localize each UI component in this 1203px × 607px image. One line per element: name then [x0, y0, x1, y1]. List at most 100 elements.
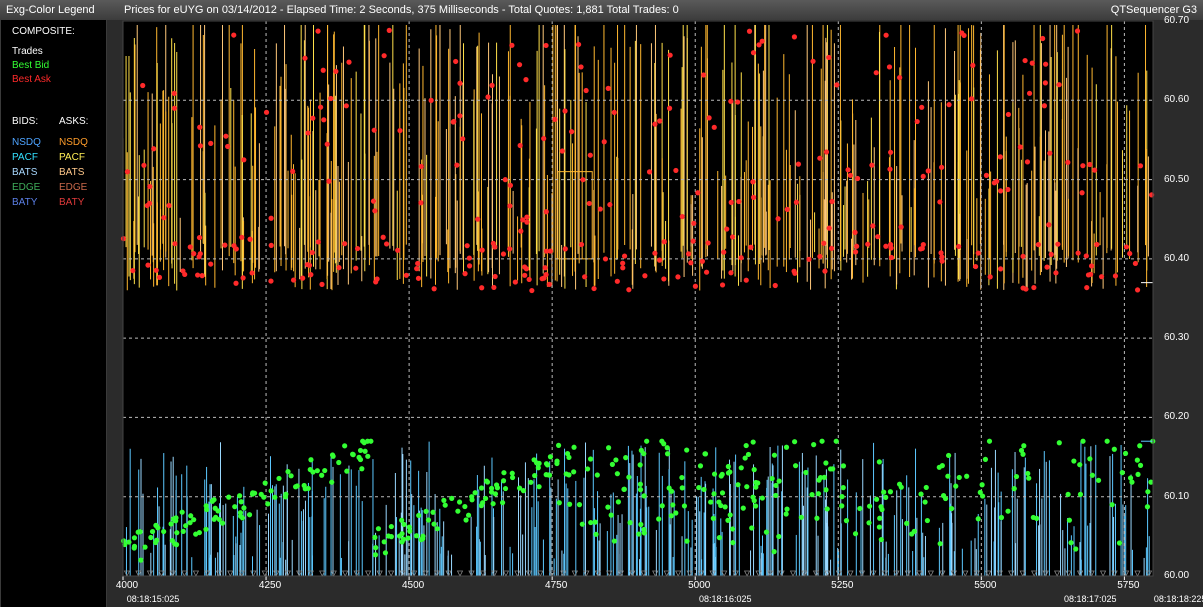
best-bid-point — [852, 531, 859, 537]
best-bid-point — [945, 473, 951, 479]
best-ask-point — [466, 255, 472, 261]
best-ask-point — [418, 163, 424, 170]
best-ask-point — [806, 256, 812, 262]
best-ask-point — [620, 265, 626, 271]
best-bid-point — [187, 520, 193, 526]
best-ask-point — [582, 274, 588, 280]
best-ask-point — [568, 129, 575, 135]
best-ask-point — [333, 68, 339, 75]
best-bid-point — [509, 470, 515, 476]
best-bid-point — [373, 545, 379, 551]
best-ask-point — [601, 139, 607, 145]
y-tick-label: 60.20 — [1164, 411, 1190, 423]
best-bid-point — [469, 497, 475, 503]
best-ask-point — [1092, 167, 1098, 173]
best-ask-point — [353, 265, 359, 271]
best-ask-point — [1084, 284, 1090, 291]
best-bid-point — [344, 468, 350, 474]
best-ask-point — [543, 248, 550, 254]
best-ask-point — [1134, 287, 1141, 293]
best-bid-point — [1068, 540, 1074, 546]
best-bid-point — [609, 461, 616, 467]
best-bid-point — [131, 545, 137, 551]
best-bid-point — [308, 457, 314, 463]
best-bid-point — [659, 503, 665, 509]
best-ask-point — [1127, 250, 1133, 257]
best-bid-point — [1066, 517, 1073, 523]
best-ask-point — [583, 87, 589, 94]
best-bid-point — [684, 538, 690, 544]
best-ask-point — [748, 244, 754, 250]
best-ask-point — [887, 166, 893, 172]
best-bid-point — [821, 474, 827, 480]
best-ask-point — [822, 268, 828, 274]
best-ask-point — [685, 251, 692, 257]
best-ask-point — [828, 245, 835, 251]
best-bid-point — [566, 454, 572, 461]
best-ask-point — [539, 276, 545, 282]
best-ask-point — [865, 241, 871, 247]
best-ask-point — [626, 287, 632, 293]
best-ask-point — [428, 97, 434, 103]
best-bid-point — [425, 517, 432, 523]
best-bid-point — [730, 540, 736, 546]
best-bid-point — [237, 510, 244, 516]
best-ask-point — [263, 109, 270, 115]
best-ask-point — [870, 223, 876, 229]
best-bid-point — [840, 485, 846, 491]
best-bid-point — [413, 533, 420, 539]
best-ask-point — [509, 42, 515, 48]
best-bid-point — [1011, 486, 1017, 492]
best-ask-point — [479, 285, 485, 291]
best-ask-point — [552, 116, 558, 122]
best-ask-point — [187, 244, 193, 250]
best-bid-point — [743, 442, 749, 449]
best-bid-point — [668, 488, 675, 494]
best-bid-point — [773, 492, 779, 499]
best-bid-point — [979, 493, 986, 499]
best-ask-point — [124, 169, 130, 175]
best-bid-point — [740, 505, 746, 511]
best-ask-point — [457, 80, 463, 86]
best-bid-point — [697, 463, 704, 469]
best-ask-point — [719, 282, 726, 288]
best-ask-point — [1088, 263, 1095, 269]
best-bid-point — [571, 444, 577, 450]
best-bid-point — [155, 525, 161, 531]
best-bid-point — [949, 505, 955, 512]
best-ask-point — [507, 246, 513, 252]
best-ask-point — [826, 54, 832, 61]
best-bid-point — [939, 463, 945, 469]
best-bid-point — [336, 459, 342, 466]
x-tick-label: 5750 — [1117, 580, 1140, 591]
x-tick-label: 4500 — [401, 580, 425, 591]
best-ask-point — [578, 241, 585, 248]
best-bid-point — [1111, 446, 1117, 452]
best-ask-point — [661, 276, 667, 282]
best-bid-point — [964, 473, 970, 479]
best-ask-point — [153, 267, 159, 273]
best-ask-point — [268, 278, 274, 284]
best-ask-point — [1123, 244, 1130, 250]
best-ask-point — [611, 109, 617, 115]
best-bid-point — [478, 485, 485, 491]
best-ask-point — [750, 179, 756, 185]
best-bid-point — [608, 512, 614, 518]
best-bid-point — [329, 479, 335, 485]
best-bid-point — [543, 461, 550, 467]
best-bid-point — [1129, 479, 1135, 485]
best-bid-point — [169, 538, 175, 544]
best-ask-point — [466, 263, 473, 269]
best-ask-point — [130, 267, 136, 274]
x-tick-label: 4750 — [545, 580, 568, 591]
best-ask-point — [199, 273, 205, 279]
best-ask-point — [817, 253, 823, 260]
time-tick-label: 08:18:18:225 — [1153, 594, 1203, 604]
best-ask-point — [318, 104, 324, 110]
best-ask-point — [1035, 241, 1041, 248]
best-bid-point — [226, 494, 232, 500]
best-ask-point — [524, 219, 530, 225]
best-ask-point — [1026, 90, 1033, 96]
time-tick-label: 08:18:15:025 — [126, 594, 180, 604]
best-bid-point — [702, 451, 709, 457]
